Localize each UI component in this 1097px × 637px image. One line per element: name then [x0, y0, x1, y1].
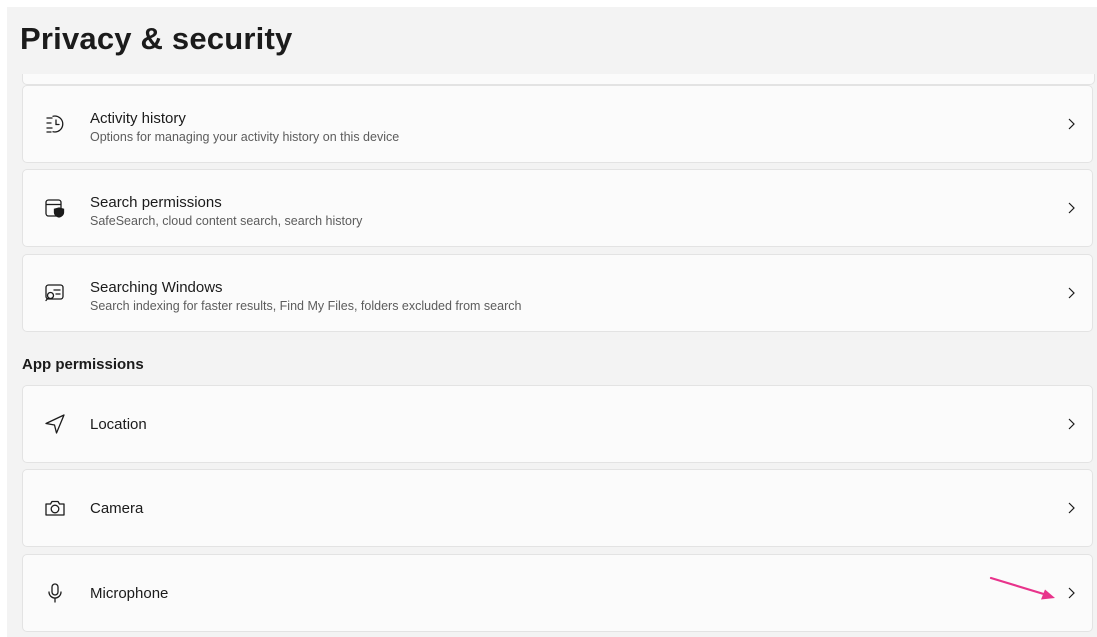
- item-subtitle: Search indexing for faster results, Find…: [90, 299, 522, 313]
- chevron-right-icon: [1064, 501, 1078, 515]
- camera-icon: [43, 496, 67, 520]
- microphone-item[interactable]: Microphone: [22, 554, 1093, 632]
- item-subtitle: SafeSearch, cloud content search, search…: [90, 214, 363, 228]
- camera-item[interactable]: Camera: [22, 469, 1093, 547]
- searching-windows-item[interactable]: Searching Windows Search indexing for fa…: [22, 254, 1093, 332]
- item-subtitle: Options for managing your activity histo…: [90, 130, 400, 144]
- scrolled-card-edge: [22, 74, 1095, 85]
- microphone-icon: [43, 581, 67, 605]
- item-title: Location: [90, 416, 147, 433]
- chevron-right-icon: [1064, 201, 1078, 215]
- chevron-right-icon: [1064, 417, 1078, 431]
- item-title: Microphone: [90, 585, 169, 602]
- activity-history-icon: [43, 112, 67, 136]
- chevron-right-icon: [1064, 117, 1078, 131]
- item-title: Camera: [90, 500, 144, 517]
- chevron-right-icon: [1064, 586, 1078, 600]
- location-icon: [43, 412, 67, 436]
- activity-history-item[interactable]: Activity history Options for managing yo…: [22, 85, 1093, 163]
- page-title: Privacy & security: [20, 21, 293, 56]
- item-title: Search permissions: [90, 194, 222, 211]
- searching-windows-icon: [43, 281, 67, 305]
- annotation-arrow-icon: [989, 576, 1055, 600]
- location-item[interactable]: Location: [22, 385, 1093, 463]
- search-permissions-item[interactable]: Search permissions SafeSearch, cloud con…: [22, 169, 1093, 247]
- chevron-right-icon: [1064, 286, 1078, 300]
- search-permissions-icon: [43, 196, 67, 220]
- item-title: Searching Windows: [90, 279, 223, 296]
- settings-window: Privacy & security Activity history Opti…: [7, 7, 1097, 637]
- item-title: Activity history: [90, 110, 186, 127]
- app-permissions-heading: App permissions: [22, 356, 144, 373]
